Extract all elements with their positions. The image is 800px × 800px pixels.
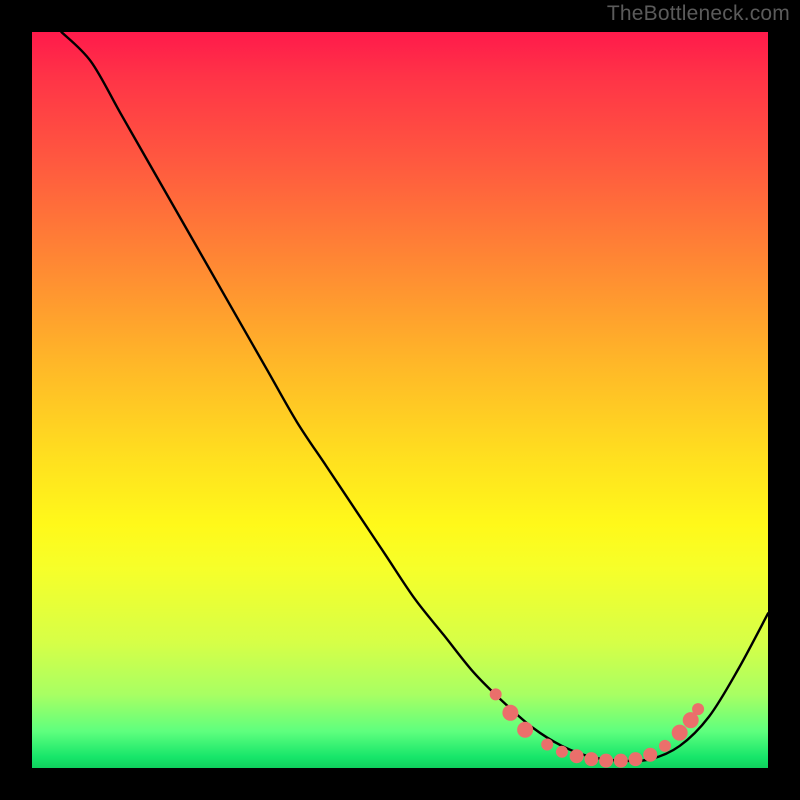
chart-frame: TheBottleneck.com xyxy=(0,0,800,800)
marker-dot xyxy=(556,746,568,758)
highlight-markers xyxy=(490,688,704,767)
marker-dot xyxy=(570,749,584,763)
marker-dot xyxy=(692,703,704,715)
marker-dot xyxy=(659,740,671,752)
marker-dot xyxy=(629,752,643,766)
marker-dot xyxy=(502,705,518,721)
marker-dot xyxy=(541,738,553,750)
marker-dot xyxy=(599,754,613,768)
chart-svg xyxy=(32,32,768,768)
marker-dot xyxy=(614,754,628,768)
marker-dot xyxy=(517,722,533,738)
marker-dot xyxy=(643,748,657,762)
marker-dot xyxy=(584,752,598,766)
marker-dot xyxy=(672,725,688,741)
curve-line xyxy=(61,32,768,761)
watermark-text: TheBottleneck.com xyxy=(607,2,790,26)
marker-dot xyxy=(490,688,502,700)
plot-area xyxy=(32,32,768,768)
